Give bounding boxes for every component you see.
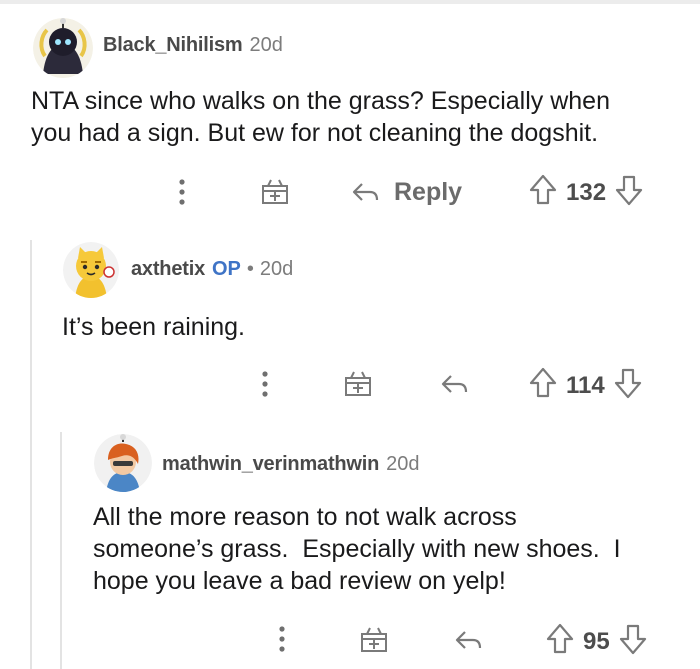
avatar[interactable] <box>33 18 93 78</box>
more-vertical-icon <box>179 179 185 205</box>
reply-button[interactable] <box>450 622 486 658</box>
more-options-button[interactable] <box>170 176 194 208</box>
comment-body: NTA since who walks on the grass? Especi… <box>31 85 610 149</box>
reply-button[interactable] <box>436 366 472 402</box>
more-vertical-icon <box>262 371 268 397</box>
award-button[interactable] <box>258 174 292 208</box>
vote-controls: 132 <box>528 173 644 212</box>
upvote-arrow-icon <box>529 174 557 205</box>
username[interactable]: mathwin_verinmathwin <box>162 453 379 476</box>
comment-age: 20d <box>259 258 294 280</box>
gift-icon <box>262 179 288 204</box>
score-count: 95 <box>583 627 610 655</box>
username[interactable]: Black_Nihilism <box>103 34 243 57</box>
downvote-arrow-icon <box>615 175 643 206</box>
upvote-arrow-icon <box>546 623 574 654</box>
award-button[interactable] <box>341 366 375 400</box>
yellow-cat-avatar-icon <box>63 242 119 298</box>
avatar[interactable] <box>63 242 119 298</box>
thread-line[interactable] <box>30 240 32 669</box>
comment-age: 20d <box>249 34 283 56</box>
gift-icon <box>361 627 387 652</box>
op-badge: OP <box>212 258 241 280</box>
more-options-button[interactable] <box>270 623 294 655</box>
reply-arrow-icon <box>455 631 482 649</box>
username[interactable]: axthetix <box>131 258 205 281</box>
comment-body-line: All the more reason to not walk across <box>93 503 517 531</box>
vote-controls: 95 <box>545 622 648 661</box>
reply-arrow-icon <box>441 375 468 393</box>
more-vertical-icon <box>279 626 285 652</box>
award-button[interactable] <box>357 622 391 656</box>
more-options-button[interactable] <box>253 368 277 400</box>
reply-button[interactable]: Reply <box>350 172 462 212</box>
downvote-arrow-icon <box>619 624 646 655</box>
comment-body-line: you had a sign. But ew for not cleaning … <box>31 119 599 147</box>
comment-body-line: It’s been raining. <box>62 313 245 341</box>
comment-body-line: NTA since who walks on the grass? Especi… <box>31 87 610 115</box>
comment-age: 20d <box>386 453 420 475</box>
upvote-button[interactable] <box>528 366 558 405</box>
comment-body-line: someone’s grass. Especially with new sho… <box>93 535 621 563</box>
orange-hair-avatar-icon <box>94 434 152 492</box>
downvote-arrow-icon <box>614 368 641 399</box>
downvote-button[interactable] <box>618 622 648 661</box>
downvote-button[interactable] <box>613 366 643 405</box>
score-count: 132 <box>566 178 607 206</box>
downvote-button[interactable] <box>614 173 644 212</box>
upvote-arrow-icon <box>529 367 557 398</box>
top-divider <box>0 0 700 4</box>
gift-icon <box>345 371 371 396</box>
separator-dot: • <box>246 258 254 280</box>
vote-controls: 114 <box>528 366 643 405</box>
upvote-button[interactable] <box>528 173 558 212</box>
reply-arrow-icon <box>352 183 379 201</box>
score-count: 114 <box>566 371 605 399</box>
upvote-button[interactable] <box>545 622 575 661</box>
comment-body: All the more reason to not walk across s… <box>93 501 621 597</box>
avatar[interactable] <box>94 434 152 492</box>
reply-label: Reply <box>394 177 463 206</box>
thread-line[interactable] <box>60 432 62 669</box>
dark-character-avatar-icon <box>33 18 93 78</box>
comment-body-line: hope you leave a bad review on yelp! <box>93 567 506 595</box>
comment-body: It’s been raining. <box>62 311 245 343</box>
